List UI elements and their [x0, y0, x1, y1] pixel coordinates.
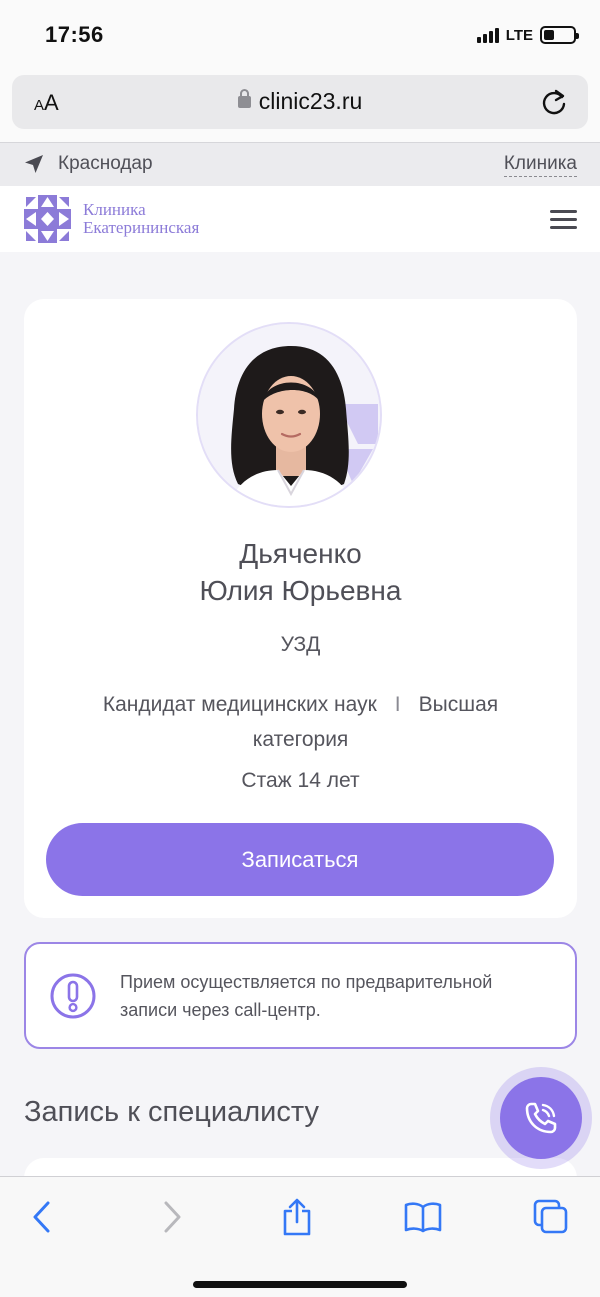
signal-icon: [476, 27, 499, 43]
doctor-name: Дьяченко Юлия Юрьевна: [24, 535, 577, 609]
doctor-surname: Дьяченко: [239, 538, 362, 569]
home-indicator: [193, 1281, 407, 1288]
site-header: Клиника Екатерининская: [0, 186, 600, 252]
credentials-separator: I: [394, 693, 401, 716]
doctor-credentials: Кандидат медицинских наук I Высшая категор…: [54, 687, 547, 757]
battery-icon: [540, 26, 579, 44]
network-type: LTE: [505, 26, 533, 44]
doctor-card: Дьяченко Юлия Юрьевна УЗД Кандидат медиц…: [24, 299, 577, 918]
location-arrow-icon: [25, 155, 43, 173]
doctor-experience: Стаж 14 лет: [241, 769, 360, 792]
status-indicators: LTE: [476, 26, 579, 44]
menu-icon[interactable]: [550, 210, 577, 234]
logo-line2: Екатерининская: [83, 218, 200, 237]
phone-icon: [525, 1102, 557, 1134]
call-button[interactable]: [490, 1067, 592, 1169]
city-selector[interactable]: Краснодар: [24, 153, 153, 175]
lock-icon: [237, 89, 251, 108]
url-field[interactable]: clinic23.ru: [12, 88, 588, 115]
tabs-icon[interactable]: [533, 1199, 569, 1235]
logo-line1: Клиника: [83, 200, 146, 219]
browser-toolbar: [0, 1176, 600, 1297]
status-time: 17:56: [45, 22, 104, 47]
bookmarks-icon[interactable]: [404, 1201, 442, 1233]
url-text: clinic23.ru: [258, 88, 363, 114]
city-bar: Краснодар Клиника: [0, 142, 600, 186]
notice-text: Прием осуществляется по предварительной …: [120, 972, 493, 1020]
browser-address-area: AA clinic23.ru: [0, 70, 600, 142]
reload-icon[interactable]: [540, 87, 568, 122]
booking-section-title: Запись к специалисту: [24, 1096, 319, 1128]
clinic-select-link[interactable]: Клиника: [503, 153, 577, 177]
site-logo[interactable]: Клиника Екатерининская: [24, 195, 199, 243]
exclamation-circle-icon: [50, 973, 96, 1019]
city-name: Краснодар: [58, 153, 153, 174]
share-icon[interactable]: [281, 1197, 313, 1237]
book-appointment-button[interactable]: Записаться: [46, 823, 554, 896]
doctor-given-names: Юлия Юрьевна: [199, 575, 402, 606]
clinic-logo-icon: [24, 195, 71, 243]
doctor-specialty: УЗД: [280, 633, 321, 656]
doctor-degree: Кандидат медицинских наук: [102, 693, 377, 716]
doctor-photo: [196, 322, 382, 508]
back-icon[interactable]: [30, 1199, 54, 1235]
address-bar[interactable]: AA clinic23.ru: [12, 75, 588, 129]
status-bar: 17:56 LTE: [0, 0, 600, 70]
callcenter-notice: Прием осуществляется по предварительной …: [24, 942, 577, 1049]
forward-icon[interactable]: [160, 1199, 184, 1235]
